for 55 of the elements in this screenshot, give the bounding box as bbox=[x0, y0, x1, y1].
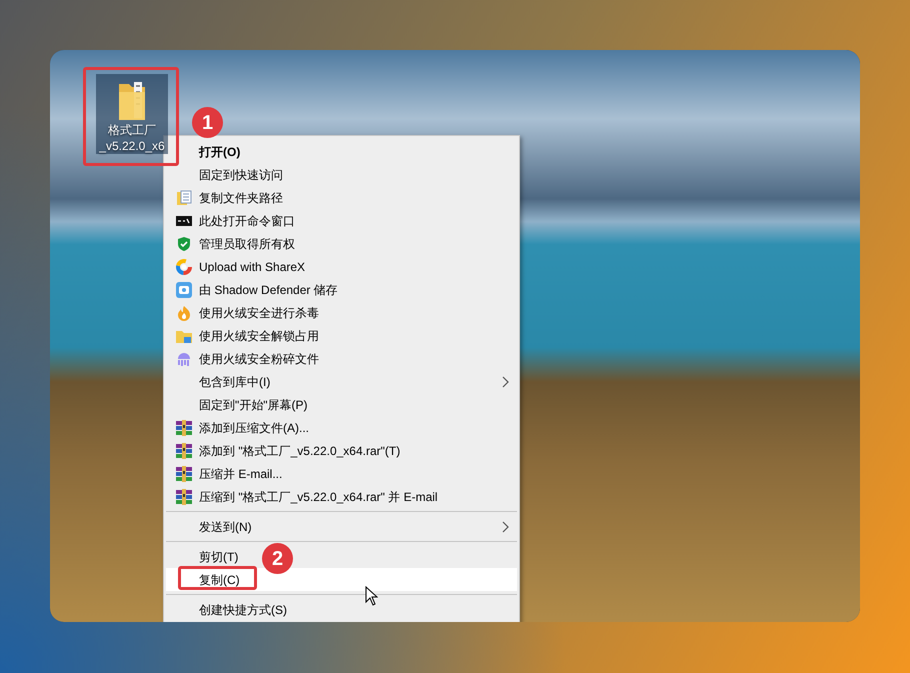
menu-item[interactable]: 打开(O) bbox=[166, 140, 248, 163]
menu-item-label: 压缩并 E-mail... bbox=[199, 466, 282, 482]
menu-item-label: 创建快捷方式(S) bbox=[199, 602, 287, 618]
menu-item[interactable]: 包含到库中(I) bbox=[166, 370, 517, 393]
menu-item-label: 添加到压缩文件(A)... bbox=[199, 420, 309, 436]
menu-item-label: 使用火绒安全解锁占用 bbox=[199, 328, 319, 344]
menu-item[interactable]: 压缩到 "格式工厂_v5.22.0_x64.rar" 并 E-mail bbox=[166, 485, 446, 508]
menu-item[interactable]: 复制(C) bbox=[166, 568, 517, 591]
menu-item-label: 包含到库中(I) bbox=[199, 374, 270, 390]
menu-item[interactable]: 复制文件夹路径 bbox=[166, 186, 291, 209]
menu-item-label: 添加到 "格式工厂_v5.22.0_x64.rar"(T) bbox=[199, 442, 400, 460]
menu-item-label: 复制文件夹路径 bbox=[199, 190, 283, 206]
menu-item[interactable]: 添加到压缩文件(A)... bbox=[166, 416, 317, 439]
menu-item-label: 管理员取得所有权 bbox=[199, 236, 295, 252]
chevron-right-icon bbox=[502, 376, 509, 388]
flame-icon bbox=[176, 304, 192, 320]
archive-stack-icon bbox=[176, 420, 192, 436]
menu-item[interactable]: 创建快捷方式(S) bbox=[166, 598, 295, 621]
menu-item[interactable]: 使用火绒安全解锁占用 bbox=[166, 324, 327, 347]
mouse-cursor-icon bbox=[365, 586, 378, 606]
menu-item[interactable]: 固定到快速访问 bbox=[166, 163, 291, 186]
menu-item[interactable]: 使用火绒安全进行杀毒 bbox=[166, 301, 327, 324]
menu-item[interactable]: 此处打开命令窗口 bbox=[166, 209, 303, 232]
menu-item-label: 使用火绒安全进行杀毒 bbox=[199, 304, 319, 322]
menu-item[interactable]: 压缩并 E-mail... bbox=[166, 462, 290, 485]
archive-stack-icon bbox=[176, 442, 192, 458]
menu-item-label: 固定到快速访问 bbox=[199, 166, 283, 184]
menu-item-label: 使用火绒安全粉碎文件 bbox=[199, 350, 319, 368]
chevron-right-icon bbox=[502, 520, 509, 532]
app-icon bbox=[176, 282, 192, 298]
menu-item-label: Upload with ShareX bbox=[199, 258, 306, 276]
menu-item-label: 固定到"开始"屏幕(P) bbox=[199, 396, 308, 414]
menu-item[interactable]: 剪切(T) bbox=[166, 545, 246, 568]
menu-item[interactable]: 管理员取得所有权 bbox=[166, 232, 303, 255]
shield-check-icon bbox=[176, 236, 192, 252]
menu-item[interactable]: Upload with ShareX bbox=[166, 255, 314, 278]
menu-item-label: 打开(O) bbox=[199, 144, 240, 160]
archive-stack-icon bbox=[176, 466, 192, 482]
menu-item-label: 发送到(N) bbox=[199, 518, 252, 536]
menu-item-label: 由 Shadow Defender 储存 bbox=[199, 282, 338, 298]
archive-stack-icon bbox=[176, 488, 192, 504]
menu-item[interactable]: 由 Shadow Defender 储存 bbox=[166, 278, 346, 301]
menu-item[interactable]: 使用火绒安全粉碎文件 bbox=[166, 347, 327, 370]
menu-item-label: 压缩到 "格式工厂_v5.22.0_x64.rar" 并 E-mail bbox=[199, 488, 438, 506]
file-name-label: _v5.22.0_x6 bbox=[99, 138, 165, 154]
menu-item[interactable]: 固定到"开始"屏幕(P) bbox=[166, 393, 316, 416]
menu-item[interactable]: 添加到 "格式工厂_v5.22.0_x64.rar"(T) bbox=[166, 439, 408, 462]
file-name-label: 格式工厂 bbox=[108, 122, 156, 138]
menu-item-label: 复制(C) bbox=[199, 572, 240, 588]
shredder-icon bbox=[176, 350, 192, 366]
menu-item-label: 剪切(T) bbox=[199, 548, 238, 566]
copy-path-icon bbox=[176, 190, 192, 206]
menu-item-label: 此处打开命令窗口 bbox=[199, 212, 295, 230]
menu-item[interactable]: 发送到(N) bbox=[166, 515, 517, 538]
colorful-ring-icon bbox=[176, 258, 192, 274]
